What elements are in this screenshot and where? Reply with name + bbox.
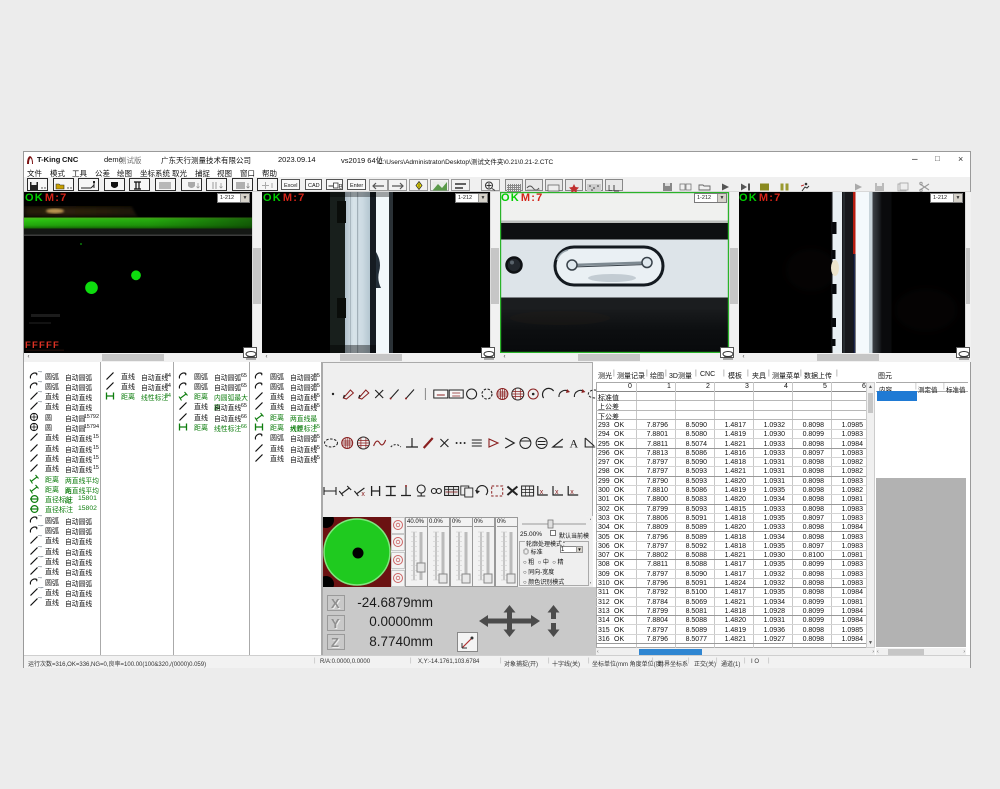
svg-text:B: B bbox=[339, 184, 343, 191]
svg-text:x: x bbox=[361, 491, 365, 498]
svg-text:x: x bbox=[570, 489, 574, 496]
svg-text:x: x bbox=[540, 489, 544, 496]
svg-text:A: A bbox=[570, 437, 579, 451]
svg-text:FFFFF: FFFFF bbox=[25, 340, 60, 351]
svg-text:x: x bbox=[555, 489, 559, 496]
